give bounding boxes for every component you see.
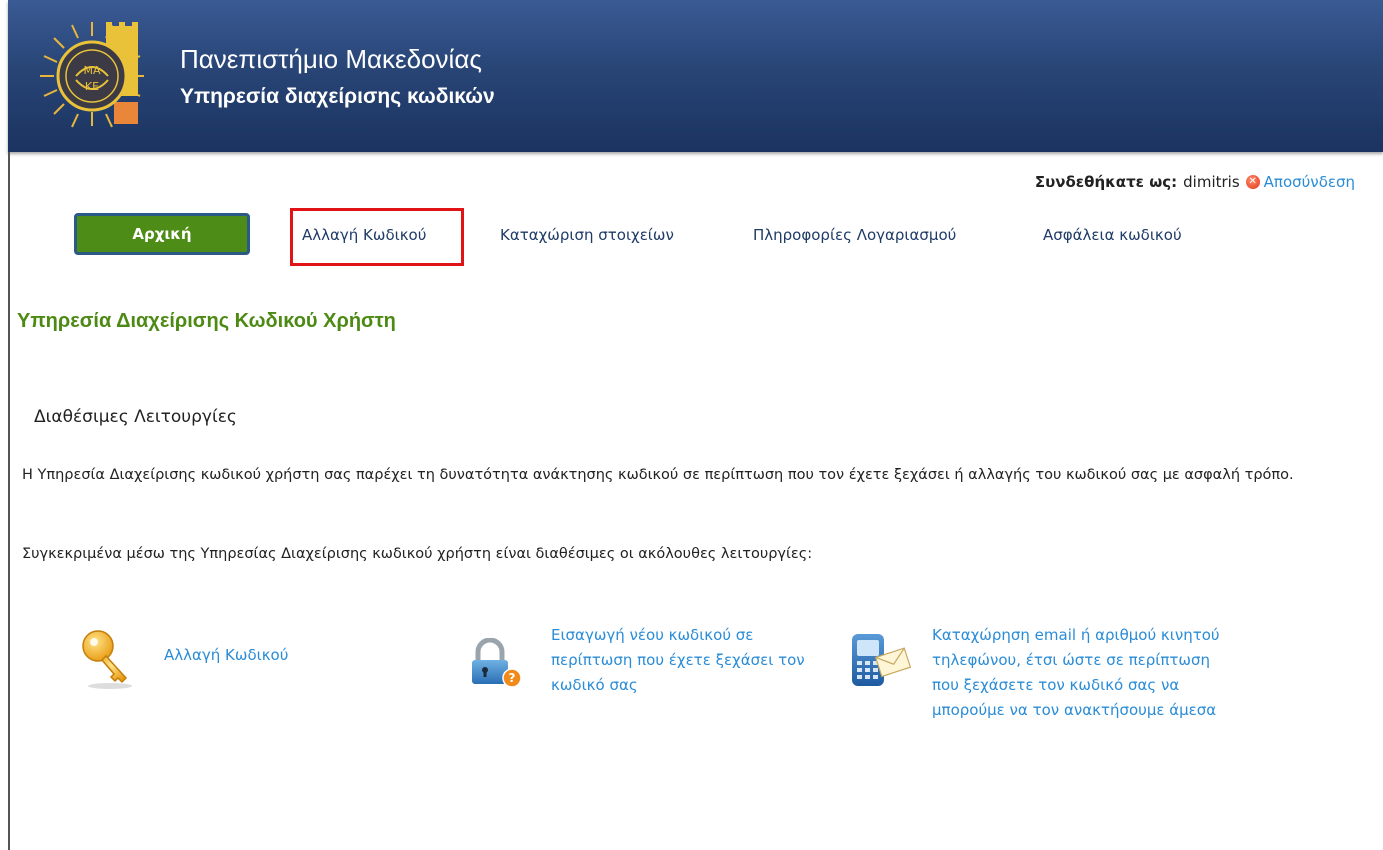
nav-item-password-security[interactable]: Ασφάλεια κωδικού — [1043, 226, 1182, 244]
nav-item-register-info[interactable]: Καταχώριση στοιχείων — [500, 226, 674, 244]
login-label: Συνδεθήκατε ως: — [1034, 173, 1178, 191]
padlock-help-icon: ? — [472, 638, 522, 688]
logout-link[interactable]: Αποσύνδεση — [1264, 173, 1355, 191]
site-header: ΜΑ ΚΕ Πανεπιστήμιο Μακεδονίας Υπηρεσία δ… — [8, 0, 1383, 152]
login-status: Συνδεθήκατε ως: dimitris ✕ Αποσύνδεση — [1035, 173, 1355, 191]
login-username: dimitris — [1183, 173, 1240, 191]
svg-text:?: ? — [509, 671, 516, 685]
content-left-border — [8, 152, 10, 850]
feature-change-password-link[interactable]: Αλλαγή Κωδικού — [164, 643, 374, 668]
page-title: Υπηρεσία Διαχείρισης Κωδικού Χρήστη — [17, 310, 396, 332]
svg-text:ΚΕ: ΚΕ — [85, 80, 99, 93]
highlight-box — [290, 208, 464, 266]
section-title: Διαθέσιμες Λειτουργίες — [34, 407, 237, 427]
site-subtitle: Υπηρεσία διαχείρισης κωδικών — [180, 85, 495, 108]
features-intro: Συγκεκριμένα μέσω της Υπηρεσίας Διαχείρι… — [22, 546, 813, 562]
feature-register-contact-link[interactable]: Καταχώρηση email ή αριθμού κινητού τηλεφ… — [932, 623, 1222, 723]
university-logo-sun-icon: ΜΑ ΚΕ — [40, 22, 144, 128]
phone-email-icon — [852, 634, 912, 686]
nav-item-home[interactable]: Αρχική — [74, 213, 250, 255]
close-circle-icon[interactable]: ✕ — [1245, 175, 1260, 189]
intro-paragraph: Η Υπηρεσία Διαχείρισης κωδικού χρήστη σα… — [22, 467, 1294, 483]
site-title: Πανεπιστήμιο Μακεδονίας — [180, 44, 482, 74]
feature-forgot-password-link[interactable]: Εισαγωγή νέου κωδικού σε περίπτωση που έ… — [551, 623, 823, 698]
key-icon — [82, 630, 132, 689]
nav-item-account-info[interactable]: Πληροφορίες Λογαριασμού — [753, 226, 956, 244]
svg-text:ΜΑ: ΜΑ — [83, 64, 100, 77]
